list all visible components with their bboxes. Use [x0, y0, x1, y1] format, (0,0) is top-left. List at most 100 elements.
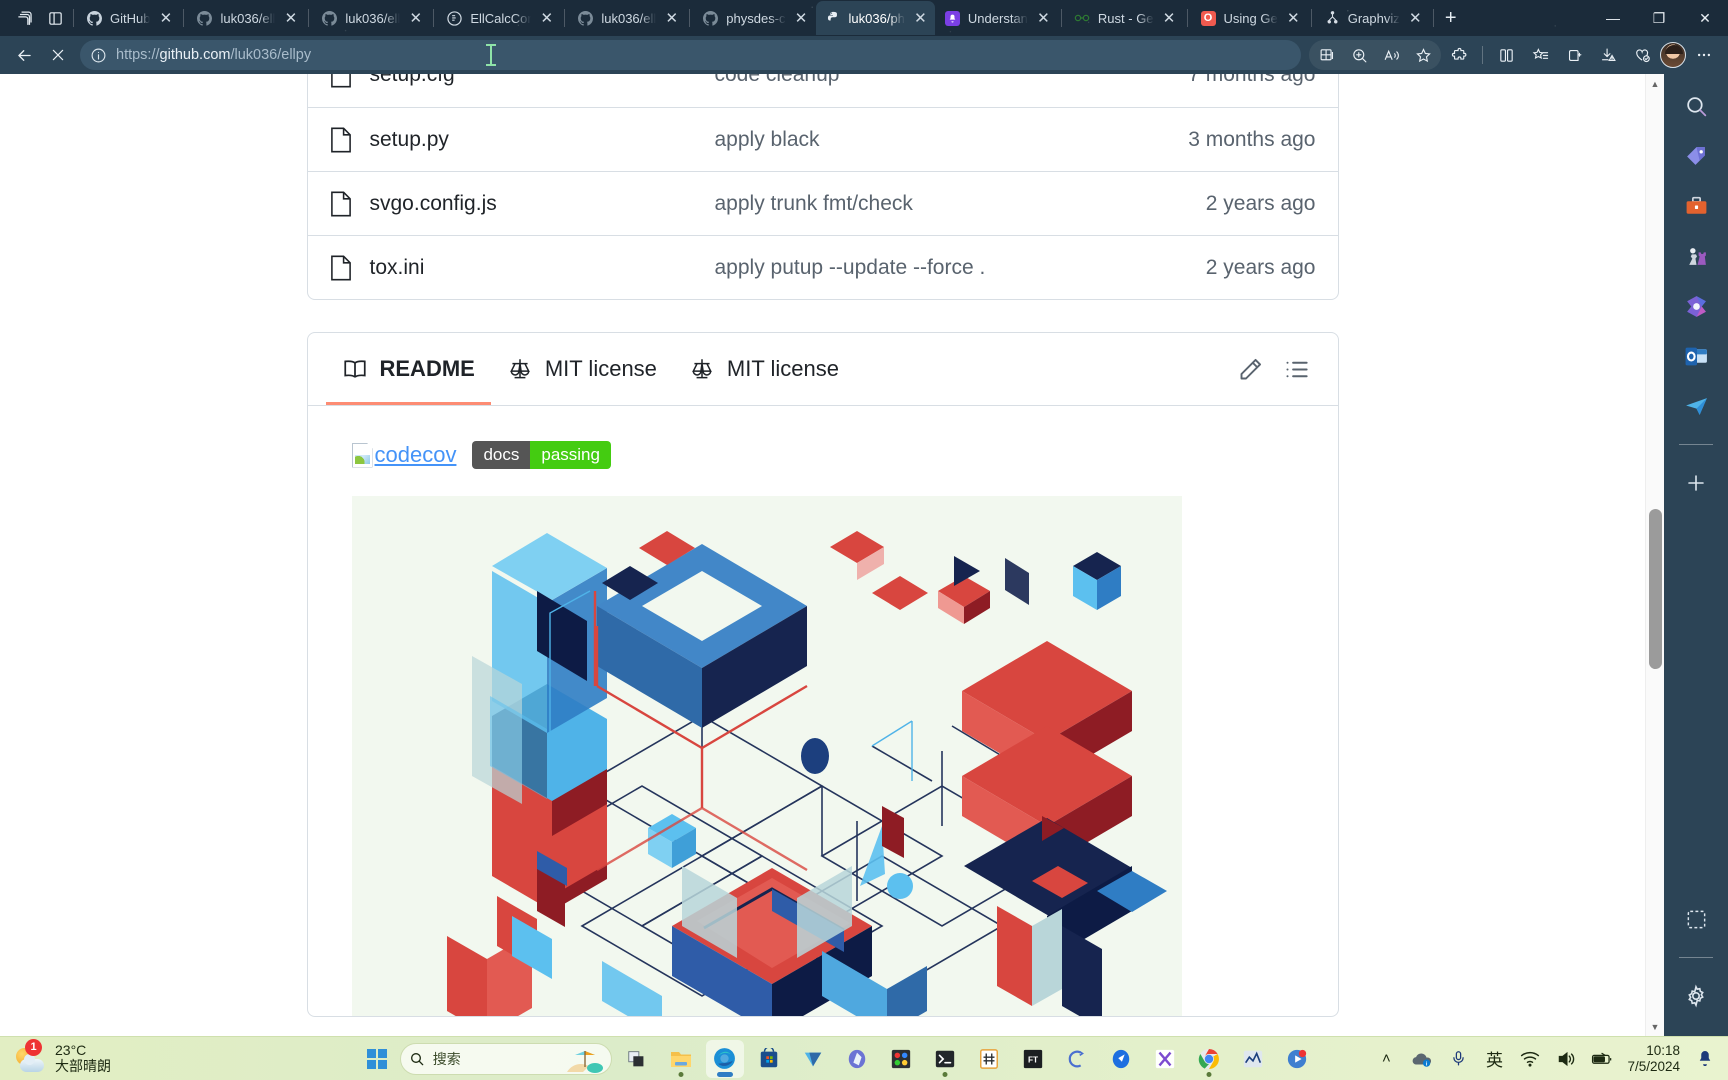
close-icon[interactable]: ✕: [793, 10, 810, 27]
file-name-cell[interactable]: setup.py: [330, 127, 715, 153]
address-bar[interactable]: https://github.com/luk036/ellpy: [80, 40, 1301, 70]
telegram-send-icon[interactable]: [1674, 384, 1718, 428]
commit-message[interactable]: apply putup --update --force .: [715, 256, 1106, 280]
table-row[interactable]: setup.cfg code cleanup 7 months ago: [308, 74, 1338, 107]
search-input[interactable]: 搜索: [399, 1042, 612, 1075]
taskbar-app-task-view[interactable]: [618, 1040, 656, 1078]
tab-license-2[interactable]: MIT license: [673, 333, 855, 405]
taskbar-app-x-editor[interactable]: [1146, 1040, 1184, 1078]
wifi-icon[interactable]: [1519, 1048, 1541, 1070]
page-scrollbar[interactable]: ▲ ▼: [1645, 74, 1664, 1036]
read-aloud-icon[interactable]: [1375, 40, 1407, 70]
notification-bell-icon[interactable]: [1694, 1048, 1716, 1070]
close-icon[interactable]: ✕: [912, 10, 929, 27]
file-name-cell[interactable]: tox.ini: [330, 255, 715, 281]
browser-essentials-icon[interactable]: [1490, 40, 1522, 70]
tab-license-1[interactable]: MIT license: [491, 333, 673, 405]
browser-tab[interactable]: Graphviz ✕: [1315, 1, 1430, 35]
close-icon[interactable]: ✕: [282, 10, 299, 27]
table-row[interactable]: svgo.config.js apply trunk fmt/check 2 y…: [307, 171, 1338, 235]
close-icon[interactable]: ✕: [1407, 10, 1424, 27]
browser-tab[interactable]: luk036/ell ✕: [568, 1, 686, 35]
add-plus-icon[interactable]: [1674, 461, 1718, 505]
ime-language-icon[interactable]: 英: [1483, 1048, 1505, 1070]
settings-more-icon[interactable]: [1688, 40, 1720, 70]
taskbar-app-google-chrome[interactable]: [1190, 1040, 1228, 1078]
tools-briefcase-icon[interactable]: [1674, 184, 1718, 228]
browser-tab[interactable]: luk036/ell ✕: [312, 1, 430, 35]
start-button[interactable]: [360, 1042, 394, 1076]
browser-tab[interactable]: physdes-c ✕: [693, 1, 815, 35]
browser-tab[interactable]: luk036/ell ✕: [187, 1, 305, 35]
browser-tab[interactable]: O Using Ge ✕: [1191, 1, 1308, 35]
new-tab-button[interactable]: +: [1437, 4, 1465, 32]
tab-actions-icon[interactable]: [10, 3, 40, 33]
downloads-icon[interactable]: [1592, 40, 1624, 70]
close-icon[interactable]: ✕: [407, 10, 424, 27]
browser-tab-active[interactable]: luk036/ph ✕: [815, 1, 935, 35]
minimize-button[interactable]: —: [1590, 0, 1636, 36]
commit-message[interactable]: apply black: [715, 128, 1106, 152]
close-icon[interactable]: ✕: [538, 10, 555, 27]
close-icon[interactable]: ✕: [157, 10, 174, 27]
edit-pencil-icon[interactable]: [1228, 346, 1274, 392]
office-icon[interactable]: [1674, 284, 1718, 328]
taskbar-app-terminal[interactable]: [926, 1040, 964, 1078]
favorites-list-icon[interactable]: [1524, 40, 1556, 70]
games-chess-icon[interactable]: [1674, 234, 1718, 278]
taskbar-app-ft[interactable]: FT: [1014, 1040, 1052, 1078]
scrollbar-thumb[interactable]: [1649, 509, 1662, 669]
taskbar-app-hash-notes[interactable]: [970, 1040, 1008, 1078]
taskbar-app-microsoft-store[interactable]: [750, 1040, 788, 1078]
close-window-button[interactable]: ✕: [1682, 0, 1728, 36]
taskbar-app-color-palette[interactable]: [882, 1040, 920, 1078]
codecov-label[interactable]: codecov: [375, 442, 457, 468]
shopping-tag-icon[interactable]: [1674, 134, 1718, 178]
onedrive-icon[interactable]: i: [1411, 1048, 1433, 1070]
table-row[interactable]: setup.py apply black 3 months ago: [307, 107, 1338, 171]
clock[interactable]: 10:18 7/5/2024: [1627, 1043, 1680, 1074]
maximize-button[interactable]: ❐: [1636, 0, 1682, 36]
close-icon[interactable]: ✕: [1035, 10, 1052, 27]
file-name-cell[interactable]: svgo.config.js: [330, 191, 715, 217]
extensions-puzzle-icon[interactable]: [1443, 40, 1475, 70]
taskbar-app-vercel-v[interactable]: [794, 1040, 832, 1078]
table-row[interactable]: tox.ini apply putup --update --force . 2…: [307, 235, 1338, 299]
close-icon[interactable]: ✕: [663, 10, 680, 27]
outlook-icon[interactable]: [1674, 334, 1718, 378]
microphone-icon[interactable]: [1447, 1048, 1469, 1070]
shopping-icon[interactable]: [1626, 40, 1658, 70]
scroll-down-arrow[interactable]: ▼: [1646, 1017, 1664, 1036]
tray-overflow-icon[interactable]: ˄: [1375, 1048, 1397, 1070]
collections-icon[interactable]: [1558, 40, 1590, 70]
site-info-icon[interactable]: [90, 47, 107, 64]
stop-loading-button[interactable]: [42, 40, 74, 70]
zoom-icon[interactable]: [1343, 40, 1375, 70]
weather-widget[interactable]: 1 23°C 大部晴朗: [0, 1038, 300, 1074]
browser-tab[interactable]: Rust - Ge ✕: [1065, 1, 1184, 35]
tab-search-icon[interactable]: [40, 3, 70, 33]
status-badge[interactable]: docs passing: [472, 441, 611, 469]
battery-icon[interactable]: [1591, 1048, 1613, 1070]
scroll-up-arrow[interactable]: ▲: [1646, 74, 1664, 93]
browser-tab[interactable]: EllCalcCor ✕: [437, 1, 561, 35]
volume-icon[interactable]: [1555, 1048, 1577, 1070]
commit-message[interactable]: code cleanup: [715, 74, 1106, 87]
taskbar-app-c-curve[interactable]: [1058, 1040, 1096, 1078]
taskbar-app-file-explorer[interactable]: [662, 1040, 700, 1078]
outline-list-icon[interactable]: [1274, 346, 1320, 392]
search-icon[interactable]: [1674, 84, 1718, 128]
taskbar-app-microsoft-edge[interactable]: [705, 1039, 744, 1078]
close-icon[interactable]: ✕: [1285, 10, 1302, 27]
profile-avatar[interactable]: [1660, 42, 1686, 68]
screenshot-capture-icon[interactable]: [1674, 897, 1718, 941]
taskbar-app-analytics-chart[interactable]: [1234, 1040, 1272, 1078]
browser-tab[interactable]: Understan ✕: [935, 1, 1058, 35]
commit-message[interactable]: apply trunk fmt/check: [715, 192, 1106, 216]
close-icon[interactable]: ✕: [1161, 10, 1178, 27]
taskbar-app-blue-rocket[interactable]: [1102, 1040, 1140, 1078]
taskbar-app-media[interactable]: [1278, 1040, 1316, 1078]
file-name-cell[interactable]: setup.cfg: [330, 74, 715, 88]
favorite-star-icon[interactable]: [1407, 40, 1439, 70]
codecov-badge[interactable]: codecov: [351, 442, 457, 468]
